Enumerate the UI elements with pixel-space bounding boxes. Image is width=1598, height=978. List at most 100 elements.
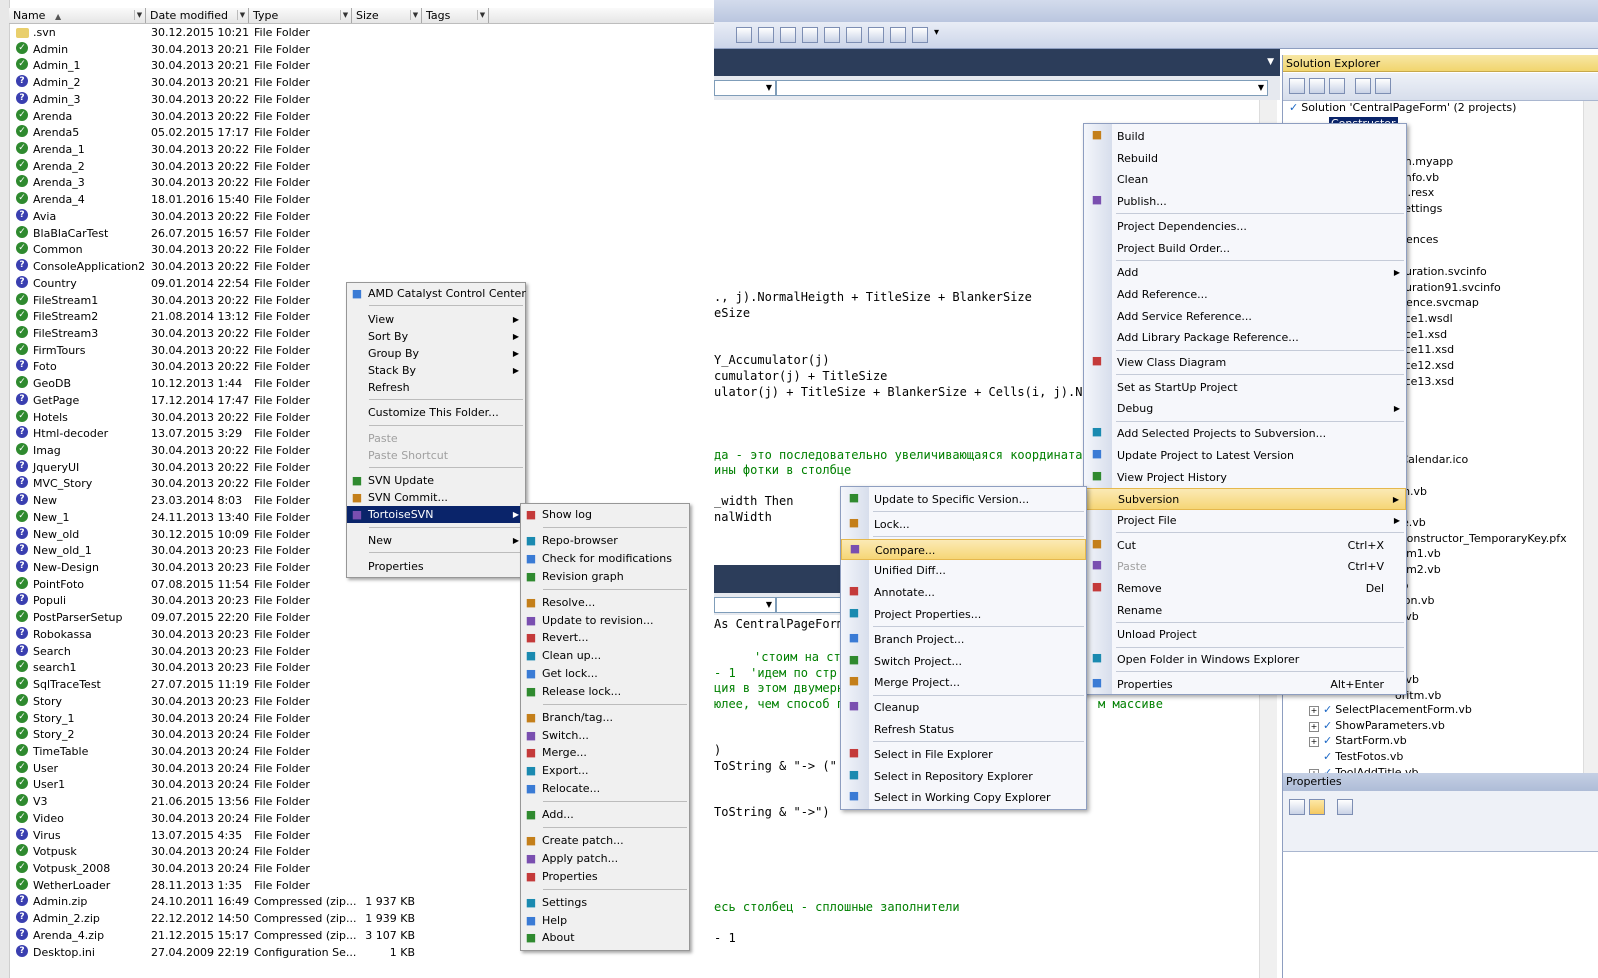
menu-item-branch-project[interactable]: ■ Branch Project... bbox=[841, 629, 1086, 651]
categorized-icon[interactable] bbox=[1289, 799, 1305, 815]
menu-item-select-in-file-explorer[interactable]: ■ Select in File Explorer bbox=[841, 744, 1086, 766]
menu-item-clean[interactable]: Clean bbox=[1084, 169, 1406, 191]
file-row[interactable]: ? ConsoleApplication2 30.04.2013 20:22 File… bbox=[9, 259, 714, 276]
file-row[interactable]: ? Admin_3 30.04.2013 20:22 File Folder bbox=[9, 91, 714, 109]
menu-item-add-service-reference[interactable]: Add Service Reference... bbox=[1084, 306, 1406, 328]
menu-item-view[interactable]: View ▶ bbox=[347, 311, 525, 328]
menu-item-compare[interactable]: ■ Compare... bbox=[841, 538, 1086, 561]
tree-item[interactable]: iguration91.svcinfo bbox=[1395, 281, 1501, 295]
column-filter-icon[interactable]: ▼ bbox=[477, 10, 487, 20]
tree-item[interactable]: + ✓ ShowParameters.vb bbox=[1309, 719, 1445, 733]
menu-item-switch-project[interactable]: ■ Switch Project... bbox=[841, 651, 1086, 673]
view-code-icon[interactable] bbox=[1355, 78, 1371, 94]
overflow-icon[interactable]: ▾ bbox=[934, 27, 942, 43]
menu-item-repo-browser[interactable]: ■ Repo-browser bbox=[521, 532, 689, 550]
menu-item-svn-update[interactable]: ■ SVN Update bbox=[347, 472, 525, 489]
menu-item-create-patch[interactable]: ■ Create patch... bbox=[521, 832, 689, 850]
add-icon[interactable] bbox=[868, 27, 884, 43]
refresh-icon[interactable] bbox=[1329, 78, 1345, 94]
tree-item[interactable]: erence.svcmap bbox=[1395, 296, 1479, 310]
menu-item-view-class-diagram[interactable]: ■ View Class Diagram bbox=[1084, 352, 1406, 374]
menu-item-select-in-working-copy-explorer[interactable]: ■ Select in Working Copy Explorer bbox=[841, 787, 1086, 809]
menu-item-update-project-to-latest-version[interactable]: ■ Update Project to Latest Version bbox=[1084, 445, 1406, 467]
file-row[interactable]: ✓ Arenda_4 18.01.2016 15:40 File Folder bbox=[9, 192, 714, 209]
menu-item-apply-patch[interactable]: ■ Apply patch... bbox=[521, 850, 689, 868]
solution-node[interactable]: ✓ Solution 'CentralPageForm' (2 projects) bbox=[1289, 101, 1516, 115]
column-header-name[interactable]: Name ▲ ▼ bbox=[9, 8, 146, 23]
menu-item-refresh-status[interactable]: Refresh Status bbox=[841, 719, 1086, 741]
file-row[interactable]: ✓ Arenda_2 30.04.2013 20:22 File Folder bbox=[9, 158, 714, 176]
menu-item-amd-catalyst-control-center[interactable]: ■ AMD Catalyst Control Center bbox=[347, 285, 526, 302]
menu-item-select-in-repository-explorer[interactable]: ■ Select in Repository Explorer bbox=[841, 766, 1086, 788]
tree-item[interactable]: + ✓ StartForm.vb bbox=[1309, 734, 1407, 748]
menu-item-group-by[interactable]: Group By ▶ bbox=[347, 345, 525, 362]
menu-item-properties[interactable]: ■ Properties bbox=[521, 868, 689, 886]
class-combo[interactable]: ▼ bbox=[714, 80, 776, 96]
menu-item-annotate[interactable]: ■ Annotate... bbox=[841, 582, 1086, 604]
menu-item-paste[interactable]: ■ Paste Ctrl+V bbox=[1084, 556, 1406, 578]
file-row[interactable]: ✓ Arenda_3 30.04.2013 20:22 File Folder bbox=[9, 175, 714, 192]
file-row[interactable]: .svn 30.12.2015 10:21 File Folder bbox=[9, 25, 714, 42]
menu-item-paste[interactable]: Paste bbox=[347, 430, 525, 447]
find-icon[interactable] bbox=[736, 27, 752, 43]
column-filter-icon[interactable]: ▼ bbox=[134, 10, 144, 20]
menu-item-stack-by[interactable]: Stack By ▶ bbox=[347, 362, 525, 379]
menu-item-debug[interactable]: Debug ▶ bbox=[1084, 398, 1406, 420]
menu-item-svn-commit[interactable]: ■ SVN Commit... bbox=[347, 489, 525, 506]
solution-scrollbar[interactable] bbox=[1583, 101, 1598, 773]
menu-item-project-build-order[interactable]: Project Build Order... bbox=[1084, 238, 1406, 260]
menu-item-switch[interactable]: ■ Switch... bbox=[521, 727, 689, 745]
column-header-tags[interactable]: Tags ▼ bbox=[422, 8, 489, 23]
menu-item-add-selected-projects-to-subversion[interactable]: ■ Add Selected Projects to Subversion... bbox=[1084, 423, 1406, 445]
window-icon[interactable] bbox=[912, 27, 928, 43]
menu-item-revision-graph[interactable]: ■ Revision graph bbox=[521, 568, 689, 586]
menu-item-project-properties[interactable]: ■ Project Properties... bbox=[841, 604, 1086, 626]
open-icon[interactable] bbox=[758, 27, 774, 43]
menu-item-view-project-history[interactable]: ■ View Project History bbox=[1084, 467, 1406, 489]
column-header-date[interactable]: Date modified ▼ bbox=[146, 8, 249, 23]
menu-item-rebuild[interactable]: Rebuild bbox=[1084, 148, 1406, 170]
column-filter-icon[interactable]: ▼ bbox=[237, 10, 247, 20]
expand-icon[interactable]: + bbox=[1309, 737, 1319, 748]
tree-item[interactable]: +✓TestFotos.vb bbox=[1309, 750, 1403, 764]
file-row[interactable]: ✓ Arenda 30.04.2013 20:22 File Folder bbox=[9, 108, 714, 126]
save-icon[interactable] bbox=[780, 27, 796, 43]
menu-item-clean-up[interactable]: ■ Clean up... bbox=[521, 647, 689, 665]
menu-item-get-lock[interactable]: ■ Get lock... bbox=[521, 665, 689, 683]
menu-item-refresh[interactable]: Refresh bbox=[347, 379, 525, 396]
menu-item-publish[interactable]: ■ Publish... bbox=[1084, 191, 1406, 213]
menu-item-add-library-package-reference[interactable]: Add Library Package Reference... bbox=[1084, 327, 1406, 349]
properties-icon[interactable] bbox=[824, 27, 840, 43]
property-pages-icon[interactable] bbox=[1337, 799, 1353, 815]
file-row[interactable]: ? Avia 30.04.2013 20:22 File Folder bbox=[9, 208, 714, 226]
menu-item-sort-by[interactable]: Sort By ▶ bbox=[347, 328, 525, 345]
tree-item[interactable]: + ✓ SelectPlacementForm.vb bbox=[1309, 703, 1472, 717]
file-row[interactable]: ? Admin_2 30.04.2013 20:21 File Folder bbox=[9, 75, 714, 92]
menu-item-customize-this-folder[interactable]: Customize This Folder... bbox=[347, 404, 525, 421]
menu-item-relocate[interactable]: ■ Relocate... bbox=[521, 780, 689, 798]
file-row[interactable]: ✓ Common 30.04.2013 20:22 File Folder bbox=[9, 242, 714, 259]
file-row[interactable]: ✓ Admin_1 30.04.2013 20:21 File Folder bbox=[9, 58, 714, 75]
paste-icon[interactable] bbox=[802, 27, 818, 43]
menu-item-properties[interactable]: ■ Properties Alt+Enter bbox=[1084, 674, 1406, 696]
column-filter-icon[interactable]: ▼ bbox=[410, 10, 420, 20]
menu-item-add-reference[interactable]: Add Reference... bbox=[1084, 284, 1406, 306]
menu-item-paste-shortcut[interactable]: Paste Shortcut bbox=[347, 447, 525, 464]
menu-item-release-lock[interactable]: ■ Release lock... bbox=[521, 683, 689, 701]
menu-item-subversion[interactable]: Subversion ▶ bbox=[1084, 488, 1406, 510]
menu-item-resolve[interactable]: ■ Resolve... bbox=[521, 594, 689, 612]
menu-item-merge-project[interactable]: ■ Merge Project... bbox=[841, 672, 1086, 694]
column-filter-icon[interactable]: ▼ bbox=[340, 10, 350, 20]
menu-item-open-folder-in-windows-explorer[interactable]: ■ Open Folder in Windows Explorer bbox=[1084, 649, 1406, 671]
menu-item-build[interactable]: ■ Build bbox=[1084, 126, 1406, 148]
menu-item-cleanup[interactable]: ■ Cleanup bbox=[841, 697, 1086, 719]
file-row[interactable]: ✓ Admin 30.04.2013 20:21 File Folder bbox=[9, 41, 714, 59]
file-row[interactable]: ✓ Arenda_1 30.04.2013 20:22 File Folder bbox=[9, 142, 714, 159]
menu-item-new[interactable]: New ▶ bbox=[347, 532, 525, 549]
menu-item-add[interactable]: Add ▶ bbox=[1084, 262, 1406, 284]
member-combo[interactable]: ▼ bbox=[776, 80, 1268, 96]
menu-item-update-to-specific-version[interactable]: ■ Update to Specific Version... bbox=[841, 489, 1086, 511]
menu-item-add[interactable]: ■ Add... bbox=[521, 806, 689, 824]
menu-item-branch-tag[interactable]: ■ Branch/tag... bbox=[521, 709, 689, 727]
menu-item-project-dependencies[interactable]: Project Dependencies... bbox=[1084, 216, 1406, 238]
